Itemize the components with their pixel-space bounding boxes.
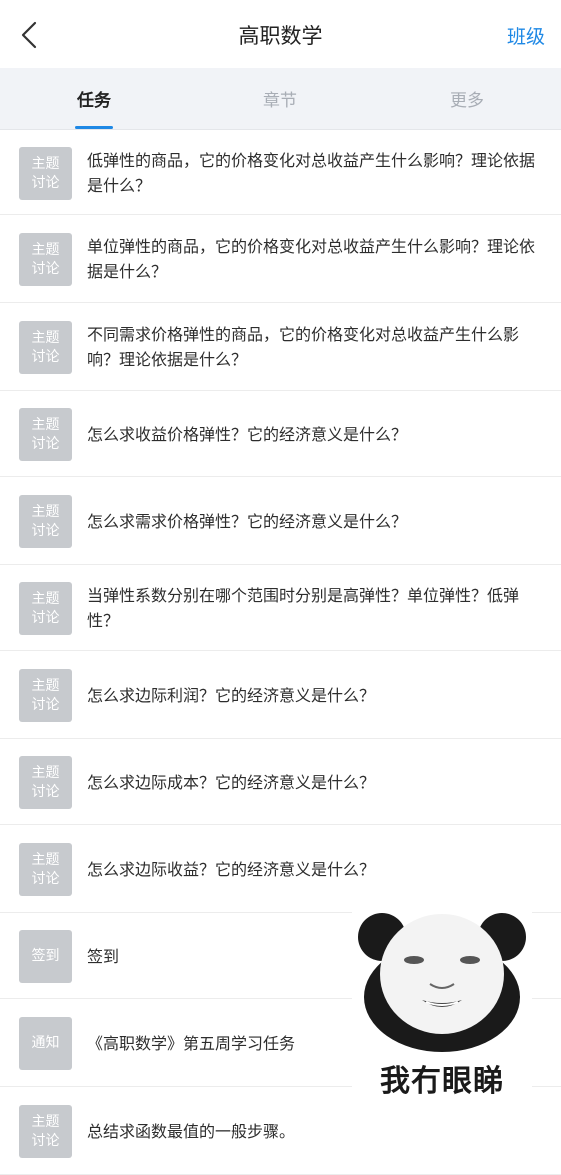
badge-label: 讨论 (31, 435, 60, 452)
active-tab-indicator (75, 126, 113, 129)
badge-label: 主题 (31, 590, 60, 607)
badge-label: 讨论 (31, 260, 60, 277)
badge-label: 讨论 (31, 696, 60, 713)
badge-label: 主题 (31, 329, 60, 346)
page-title: 高职数学 (238, 24, 323, 48)
tab-tasks[interactable]: 任务 (34, 86, 154, 111)
task-list-item[interactable]: 主题 讨论 怎么求需求价格弹性？它的经济意义是什么？ (0, 477, 561, 565)
task-title: 怎么求边际收益？它的经济意义是什么？ (87, 860, 376, 879)
task-title: 单位弹性的商品，它的价格变化对总收益产生什么影响？理论依据是什么？ (87, 237, 536, 281)
task-title: 怎么求边际成本？它的经济意义是什么？ (87, 773, 376, 792)
task-type-badge: 主题 讨论 (19, 1105, 72, 1158)
task-title: 怎么求收益价格弹性？它的经济意义是什么？ (87, 425, 408, 444)
badge-label: 主题 (31, 1113, 60, 1130)
task-type-badge: 通知 (19, 1017, 72, 1070)
task-type-badge: 主题 讨论 (19, 233, 72, 286)
task-type-badge: 主题 讨论 (19, 756, 72, 809)
panda-sticker: 我冇眼睇 (352, 902, 532, 1102)
task-list-item[interactable]: 主题 讨论 怎么求收益价格弹性？它的经济意义是什么？ (0, 391, 561, 477)
badge-label: 主题 (31, 851, 60, 868)
tab-chapters[interactable]: 章节 (220, 86, 340, 111)
badge-label: 讨论 (31, 174, 60, 191)
badge-label: 讨论 (31, 609, 60, 626)
task-type-badge: 主题 讨论 (19, 495, 72, 548)
tab-more[interactable]: 更多 (407, 86, 527, 111)
badge-label: 主题 (31, 677, 60, 694)
sticker-caption: 我冇眼睇 (380, 1064, 504, 1099)
task-list-item[interactable]: 主题 讨论 当弹性系数分别在哪个范围时分别是高弹性？单位弹性？低弹性？ (0, 565, 561, 651)
task-type-badge: 主题 讨论 (19, 582, 72, 635)
badge-label: 签到 (31, 948, 60, 964)
task-type-badge: 主题 讨论 (19, 669, 72, 722)
badge-label: 主题 (31, 416, 60, 433)
task-type-badge: 签到 (19, 930, 72, 983)
task-type-badge: 主题 讨论 (19, 321, 72, 374)
task-list-item[interactable]: 主题 讨论 怎么求边际利润？它的经济意义是什么？ (0, 651, 561, 739)
task-title: 怎么求边际利润？它的经济意义是什么？ (87, 686, 376, 705)
badge-label: 主题 (31, 503, 60, 520)
task-title: 不同需求价格弹性的商品，它的价格变化对总收益产生什么影响？理论依据是什么？ (87, 325, 520, 369)
task-type-badge: 主题 讨论 (19, 843, 72, 896)
badge-label: 主题 (31, 764, 60, 781)
task-list-item[interactable]: 主题 讨论 不同需求价格弹性的商品，它的价格变化对总收益产生什么影响？理论依据是什么… (0, 303, 561, 391)
badge-label: 讨论 (31, 348, 60, 365)
task-title: 总结求函数最值的一般步骤。 (87, 1122, 296, 1141)
badge-label: 讨论 (31, 783, 60, 800)
task-title: 低弹性的商品，它的价格变化对总收益产生什么影响？理论依据是什么？ (87, 151, 536, 195)
task-title: 当弹性系数分别在哪个范围时分别是高弹性？单位弹性？低弹性？ (87, 586, 520, 630)
task-list-item[interactable]: 主题 讨论 怎么求边际收益？它的经济意义是什么？ (0, 825, 561, 913)
badge-label: 通知 (31, 1035, 60, 1051)
class-link[interactable]: 班级 (507, 22, 545, 49)
badge-label: 主题 (31, 241, 60, 258)
tab-bar: 任务 章节 更多 (0, 68, 561, 130)
task-list-item[interactable]: 主题 讨论 低弹性的商品，它的价格变化对总收益产生什么影响？理论依据是什么？ (0, 131, 561, 215)
header-bar: 高职数学 班级 (0, 0, 561, 68)
task-list-item[interactable]: 主题 讨论 单位弹性的商品，它的价格变化对总收益产生什么影响？理论依据是什么？ (0, 215, 561, 303)
task-type-badge: 主题 讨论 (19, 408, 72, 461)
badge-label: 主题 (31, 155, 60, 172)
badge-label: 讨论 (31, 522, 60, 539)
badge-label: 讨论 (31, 1132, 60, 1149)
task-list-item[interactable]: 主题 讨论 怎么求边际成本？它的经济意义是什么？ (0, 739, 561, 825)
task-type-badge: 主题 讨论 (19, 147, 72, 200)
badge-label: 讨论 (31, 870, 60, 887)
task-title: 怎么求需求价格弹性？它的经济意义是什么？ (87, 512, 408, 531)
panda-face-icon (358, 913, 526, 1052)
